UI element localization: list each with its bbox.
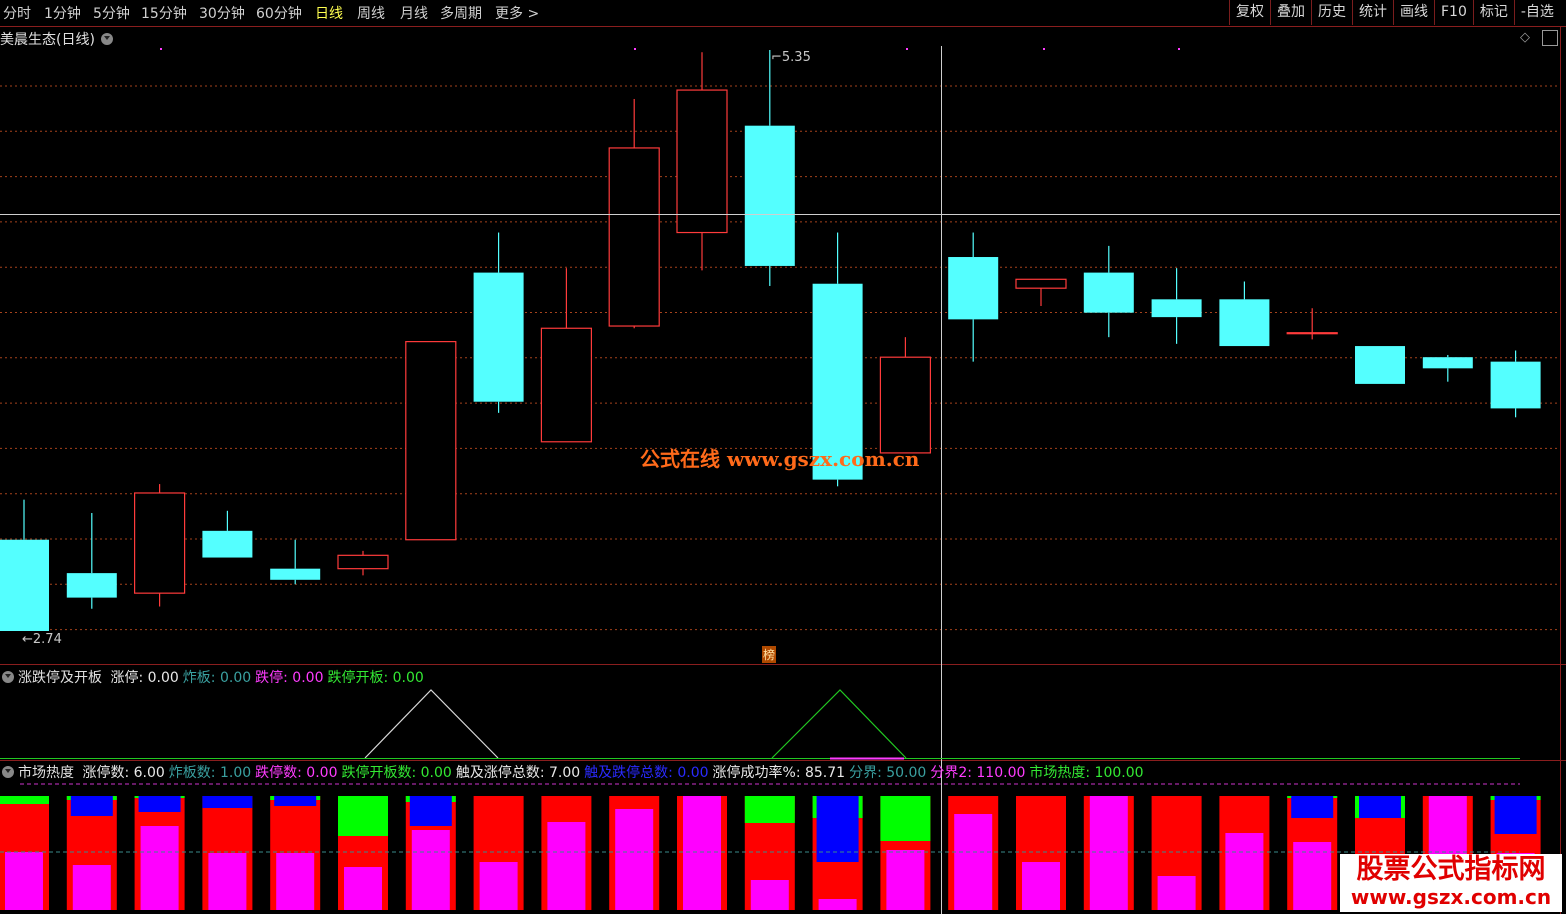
indicator-value: 跌停开板数: 0.00 — [341, 765, 452, 781]
indicator1-header: 涨跌停及开板 涨停: 0.00 炸板: 0.00 跌停: 0.00 跌停开板: 0.0… — [0, 667, 432, 687]
heat-bar-blue — [1291, 796, 1334, 818]
indicator-value: 炸板数: 1.00 — [168, 765, 252, 781]
candle-body — [1490, 361, 1541, 409]
candle-body — [1355, 346, 1405, 384]
stock-title: 美晨生态(日线) — [0, 32, 95, 48]
heat-bar-green — [338, 796, 388, 836]
chevron-down-icon[interactable] — [101, 33, 114, 45]
indicator-value: 跌停数: 0.00 — [255, 765, 338, 781]
indicator-value: 涨停数: 6.00 — [82, 765, 165, 781]
low-price-label: ←2.74 — [22, 632, 62, 647]
heat-bar-magenta — [818, 899, 857, 910]
heat-bar-magenta — [479, 862, 518, 910]
watermark-url: www.gszx.com.cn — [1350, 885, 1552, 909]
heat-bar-magenta — [140, 826, 179, 910]
heat-bar-blue — [138, 796, 181, 812]
candle-body — [337, 554, 389, 570]
heat-bar-magenta — [276, 853, 315, 910]
candle-body — [676, 89, 728, 234]
heat-bar-green — [744, 796, 795, 823]
candle-body — [1151, 299, 1202, 318]
heat-bar-blue — [70, 796, 113, 816]
heat-bar-blue — [274, 796, 317, 806]
candle-body — [1015, 278, 1067, 289]
heat-bar-magenta — [5, 852, 43, 910]
high-price-label: ⌐5.35 — [771, 50, 811, 65]
heat-bar-magenta — [547, 822, 586, 910]
indicator-value: 跌停开板: 0.00 — [327, 670, 424, 686]
indicator-value: 市场热度: 100.00 — [1029, 765, 1144, 781]
candle-body — [1422, 357, 1473, 369]
diamond-icon[interactable]: ◇ — [1520, 30, 1530, 45]
heat-bar-magenta — [1225, 833, 1264, 910]
indicator2-header: 市场热度 涨停数: 6.00 炸板数: 1.00 跌停数: 0.00 跌停开板数: 0… — [0, 762, 1152, 782]
candle-body — [66, 573, 117, 598]
candle-body — [405, 341, 457, 541]
heat-bar-magenta — [411, 830, 450, 910]
candle-body — [202, 530, 253, 558]
heat-bar-blue — [1359, 796, 1401, 818]
heat-bar-green — [880, 796, 931, 841]
indicator-value: 分界2: 110.00 — [930, 765, 1026, 781]
heat-bar-magenta — [72, 865, 111, 910]
heat-bar-green — [0, 796, 49, 804]
indicator2-name: 市场热度 — [18, 765, 74, 781]
indicator1-name: 涨跌停及开板 — [18, 670, 102, 686]
candle-body — [0, 539, 49, 631]
candle-body — [1219, 299, 1270, 347]
indicator-line — [771, 689, 907, 759]
heat-bar-magenta — [954, 814, 993, 910]
candle-body — [1286, 332, 1338, 335]
heat-bar-magenta — [683, 796, 721, 910]
candle-body — [270, 568, 321, 580]
heat-bar-blue — [1494, 796, 1537, 834]
indicator-value: 炸板: 0.00 — [182, 670, 252, 686]
heat-bar-magenta — [1089, 796, 1128, 910]
marker-dot — [1043, 48, 1045, 50]
rank-badge[interactable]: 榜 — [762, 646, 777, 663]
candle-body — [473, 272, 524, 402]
candle-body — [540, 327, 593, 443]
heat-bar-magenta — [886, 850, 925, 910]
marker-dot — [906, 48, 908, 50]
heat-bar-blue — [202, 796, 253, 808]
panel-toggle-icon[interactable] — [1542, 30, 1558, 46]
heat-bar-magenta — [1022, 862, 1060, 910]
indicator-value: 触及涨停总数: 7.00 — [455, 765, 581, 781]
heat-bar-magenta — [615, 809, 654, 910]
indicator-value: 触及跌停总数: 0.00 — [584, 765, 709, 781]
site-watermark: 股票公式指标网 www.gszx.com.cn — [1340, 854, 1562, 912]
marker-dot — [1178, 48, 1180, 50]
candle-body — [948, 257, 999, 320]
indicator-value: 分界: 50.00 — [849, 765, 927, 781]
stock-title-bar: 美晨生态(日线) — [0, 29, 116, 49]
heat-bar-magenta — [208, 853, 247, 910]
indicator-value: 跌停: 0.00 — [255, 670, 324, 686]
candle-body — [134, 492, 186, 594]
watermark-center: 公式在线 www.gszx.com.cn — [640, 447, 920, 471]
chevron-down-icon[interactable] — [2, 671, 14, 683]
heat-bar-magenta — [1157, 876, 1196, 910]
heat-bar-magenta — [344, 867, 382, 910]
marker-dot — [160, 48, 162, 50]
candle-body — [608, 147, 660, 327]
indicator-value: 涨停: 0.00 — [110, 670, 179, 686]
chevron-down-icon[interactable] — [2, 766, 14, 778]
heat-bar-magenta — [750, 880, 789, 910]
indicator-value: 涨停成功率%: 85.71 — [712, 765, 846, 781]
indicator-line — [364, 689, 499, 759]
heat-bar-blue — [409, 796, 452, 826]
watermark-title: 股票公式指标网 — [1356, 854, 1546, 885]
marker-dot — [634, 48, 636, 50]
candle-body — [1083, 272, 1134, 313]
candle-body — [879, 356, 932, 454]
candle-body — [744, 125, 795, 266]
